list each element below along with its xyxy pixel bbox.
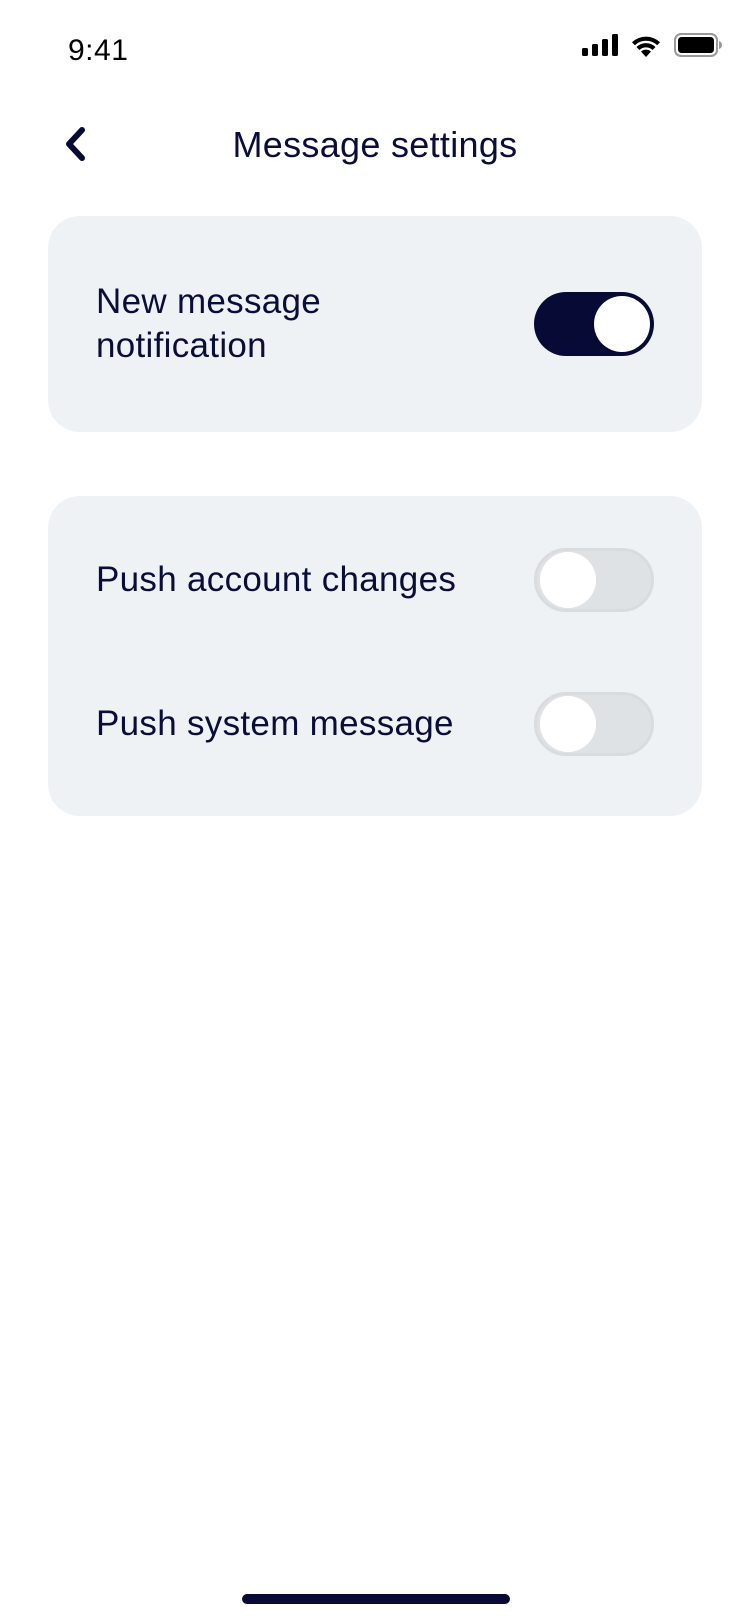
new-message-notification-toggle[interactable] [534, 292, 654, 356]
page-title: Message settings [232, 124, 518, 165]
toggle-knob [594, 296, 650, 352]
settings-card-push: Push account changes Push system message [48, 496, 702, 816]
toggle-knob [540, 696, 596, 752]
setting-row-push-account-changes: Push account changes [96, 544, 654, 616]
setting-label: Push account changes [96, 560, 457, 599]
setting-label: New message notification [96, 282, 322, 365]
setting-row-push-system-message: Push system message [96, 688, 654, 760]
push-system-message-toggle[interactable] [534, 692, 654, 756]
nav-bar: Message settings [0, 110, 750, 182]
settings-card-notifications: New message notification [48, 216, 702, 432]
setting-row-new-message-notification: New message notification [96, 280, 654, 368]
home-indicator [242, 1594, 510, 1604]
battery-icon [674, 32, 722, 62]
toggle-knob [540, 552, 596, 608]
push-account-changes-toggle[interactable] [534, 548, 654, 612]
status-icons [582, 32, 722, 62]
signal-icon [582, 33, 618, 61]
status-bar: 9:41 [0, 0, 750, 100]
setting-label: Push system message [96, 704, 454, 743]
wifi-icon [630, 33, 662, 62]
status-time: 9:41 [68, 34, 129, 67]
